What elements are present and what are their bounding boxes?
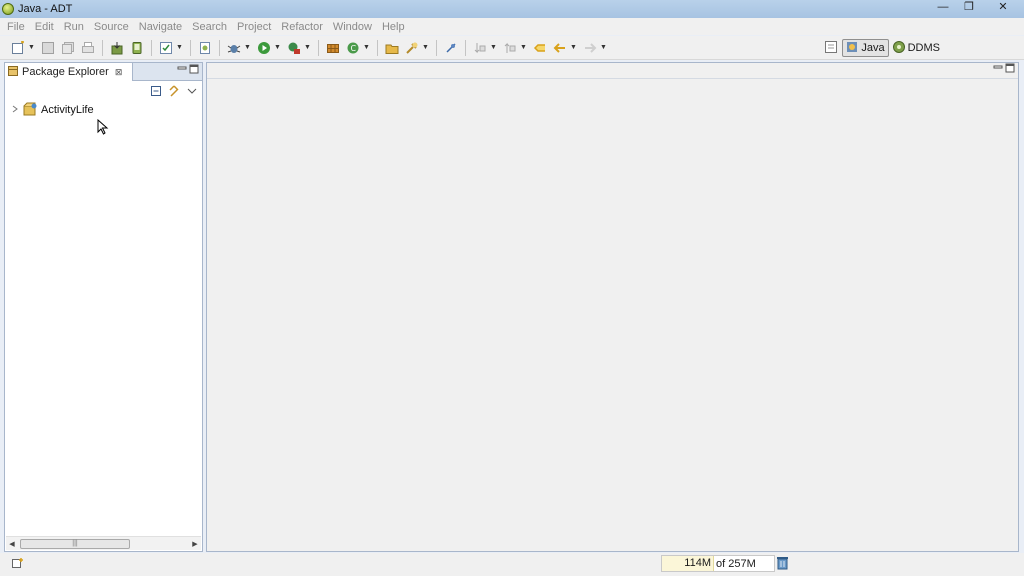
maximize-view-icon[interactable]	[188, 64, 200, 78]
minimize-button[interactable]: —	[930, 0, 956, 16]
heap-total: of 257M	[716, 557, 756, 570]
android-project-icon	[23, 102, 37, 119]
minimize-view-icon[interactable]	[176, 64, 188, 78]
garbage-collect-icon[interactable]	[777, 556, 788, 573]
back-dropdown-icon[interactable]: ▼	[570, 44, 578, 51]
search-flashlight-icon[interactable]	[404, 40, 420, 56]
title-bar: Java - ADT — ❐ ✕	[0, 0, 1024, 18]
debug-dropdown-icon[interactable]: ▼	[244, 44, 252, 51]
menu-bar: File Edit Run Source Navigate Search Pro…	[0, 18, 1024, 35]
menu-refactor[interactable]: Refactor	[276, 21, 328, 33]
menu-window[interactable]: Window	[328, 21, 377, 33]
fast-view-icon[interactable]	[12, 557, 24, 572]
pin-icon[interactable]	[443, 40, 459, 56]
menu-help[interactable]: Help	[377, 21, 410, 33]
menu-source[interactable]: Source	[89, 21, 134, 33]
menu-search[interactable]: Search	[187, 21, 232, 33]
horizontal-scrollbar[interactable]: ◀ ||| ▶	[6, 536, 201, 550]
java-perspective-label: Java	[861, 42, 885, 54]
tree-item-project[interactable]: ActivityLife	[11, 102, 94, 119]
menu-run[interactable]: Run	[59, 21, 89, 33]
run-dropdown-icon[interactable]: ▼	[274, 44, 282, 51]
heap-status[interactable]: 114M of 257M	[661, 555, 775, 572]
expand-arrow-icon[interactable]	[11, 105, 23, 115]
search-dropdown-icon[interactable]: ▼	[422, 44, 430, 51]
new-icon[interactable]	[10, 40, 26, 56]
editor-minmax	[992, 63, 1016, 77]
scroll-right-icon[interactable]: ▶	[189, 540, 201, 548]
tab-package-explorer[interactable]: Package Explorer ⊠	[5, 63, 133, 81]
new-class-icon[interactable]: C	[345, 40, 361, 56]
java-perspective-icon	[846, 41, 858, 56]
print-icon[interactable]	[80, 40, 96, 56]
last-edit-icon[interactable]	[532, 40, 548, 56]
svg-text:C: C	[351, 44, 357, 53]
ddms-perspective-icon	[892, 40, 905, 56]
package-explorer-tabbar: Package Explorer ⊠	[5, 63, 202, 81]
toolbar-separator	[465, 39, 466, 56]
lint-check-icon[interactable]	[158, 40, 174, 56]
lint-dropdown-icon[interactable]: ▼	[176, 44, 184, 51]
view-menu-icon[interactable]	[185, 85, 199, 99]
new-dropdown-icon[interactable]: ▼	[28, 44, 36, 51]
next-annotation-icon[interactable]	[472, 40, 488, 56]
toolbar-separator	[102, 39, 103, 56]
save-icon[interactable]	[40, 40, 56, 56]
perspective-switcher: Java DDMS	[825, 39, 940, 57]
sdk-manager-icon[interactable]	[109, 40, 125, 56]
package-explorer-view: Package Explorer ⊠ ActivityLife ◀ ||| ▶	[4, 62, 203, 552]
editor-header	[207, 63, 1018, 79]
package-explorer-toolbar	[5, 81, 202, 103]
window-controls: — ❐ ✕	[930, 0, 1024, 16]
prev-annotation-dropdown-icon[interactable]: ▼	[520, 44, 528, 51]
toolbar-separator	[436, 39, 437, 56]
ddms-perspective-label: DDMS	[907, 42, 940, 54]
avd-manager-icon[interactable]	[129, 40, 145, 56]
menu-edit[interactable]: Edit	[30, 21, 59, 33]
minimize-editor-icon[interactable]	[992, 63, 1004, 77]
back-icon[interactable]	[552, 40, 568, 56]
scroll-left-icon[interactable]: ◀	[6, 540, 18, 548]
maximize-editor-icon[interactable]	[1004, 63, 1016, 77]
window-title: Java - ADT	[18, 3, 73, 15]
editor-area[interactable]	[206, 62, 1019, 552]
link-with-editor-icon[interactable]	[167, 85, 181, 99]
next-annotation-dropdown-icon[interactable]: ▼	[490, 44, 498, 51]
open-folder-icon[interactable]	[384, 40, 400, 56]
menu-project[interactable]: Project	[232, 21, 276, 33]
toolbar-separator	[151, 39, 152, 56]
toolbar-separator	[219, 39, 220, 56]
status-bar: 114M of 257M	[0, 553, 1024, 576]
ddms-perspective-button[interactable]: DDMS	[892, 40, 940, 56]
tree-item-label: ActivityLife	[41, 104, 94, 116]
forward-icon[interactable]	[582, 40, 598, 56]
collapse-all-icon[interactable]	[149, 85, 163, 99]
external-tools-dropdown-icon[interactable]: ▼	[304, 44, 312, 51]
debug-icon[interactable]	[226, 40, 242, 56]
toolbar-separator	[190, 39, 191, 56]
package-explorer-icon	[8, 65, 18, 79]
scroll-thumb[interactable]: |||	[20, 538, 130, 549]
open-perspective-icon[interactable]	[825, 41, 839, 55]
external-tools-icon[interactable]	[286, 40, 302, 56]
adt-app-icon	[2, 3, 14, 15]
java-perspective-button[interactable]: Java	[842, 39, 889, 57]
menu-navigate[interactable]: Navigate	[134, 21, 187, 33]
restore-button[interactable]: ❐	[956, 0, 982, 16]
close-button[interactable]: ✕	[982, 0, 1024, 16]
forward-dropdown-icon[interactable]: ▼	[600, 44, 608, 51]
save-all-icon[interactable]	[60, 40, 76, 56]
close-tab-icon[interactable]: ⊠	[115, 67, 123, 78]
toolbar-separator	[377, 39, 378, 56]
toolbar-separator	[318, 39, 319, 56]
android-wizard-icon[interactable]	[197, 40, 213, 56]
run-icon[interactable]	[256, 40, 272, 56]
menu-file[interactable]: File	[2, 21, 30, 33]
heap-used: 114M	[662, 556, 714, 571]
build-icon[interactable]	[325, 40, 341, 56]
prev-annotation-icon[interactable]	[502, 40, 518, 56]
new-class-dropdown-icon[interactable]: ▼	[363, 44, 371, 51]
view-minmax	[176, 64, 200, 78]
tab-label: Package Explorer	[22, 66, 109, 78]
